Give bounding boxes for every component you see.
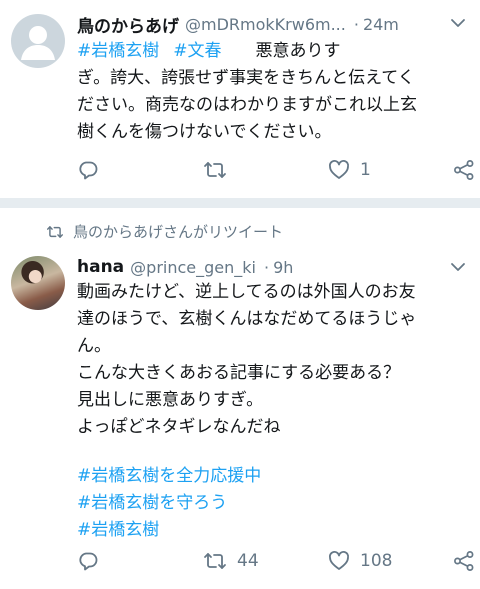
retweet-icon — [47, 225, 63, 238]
separator: · — [353, 14, 359, 34]
text-line: 動画みたけど、逆上してるのは外国人のお友 — [77, 282, 416, 302]
username[interactable]: @prince_gen_ki — [130, 258, 256, 277]
reply-icon — [79, 161, 98, 180]
username[interactable]: @mDRmokKrw6m... — [185, 15, 346, 34]
text-segment: 悪意ありす — [255, 41, 341, 61]
text-line: ださい。商売なのはわかりますがこれ以上玄 — [77, 95, 417, 115]
tweet-text: #岩橋玄樹 #文春 悪意ありす ぎ。誇大、誇張せず事実をきちんと伝えてく ださい。商… — [77, 38, 467, 146]
retweet-button[interactable] — [203, 155, 237, 185]
timestamp[interactable]: 24m — [363, 15, 399, 34]
share-icon — [454, 551, 474, 571]
retweet-context: 鳥のからあげさんがリツイート — [45, 221, 283, 242]
retweeted-by-label[interactable]: 鳥のからあげさんがリツイート — [73, 221, 283, 242]
text-line: 達のほうで、玄樹くんはなだめてるほうじゃ — [77, 309, 417, 329]
caret-down-icon — [451, 19, 465, 27]
avatar[interactable] — [11, 14, 65, 68]
like-icon — [329, 160, 349, 179]
display-name[interactable]: hana — [77, 257, 124, 277]
tweet-actions: 44 108 — [77, 546, 475, 576]
separator: · — [263, 257, 270, 277]
more-button[interactable] — [450, 258, 466, 277]
text-line: 見出しに悪意ありすぎ。 — [77, 390, 264, 410]
like-button[interactable]: 1 — [328, 155, 371, 185]
hashtag-link[interactable]: #岩橋玄樹を全力応援中 — [77, 463, 467, 490]
retweet-icon — [204, 553, 226, 569]
default-avatar-icon — [21, 26, 55, 60]
hashtag-link[interactable]: #文春 — [173, 41, 221, 61]
hashtag-link[interactable]: #岩橋玄樹 — [77, 517, 467, 544]
text-line: 樹くんを傷つけないでください。 — [77, 122, 332, 142]
tweet-header: hana @prince_gen_ki · 9h — [77, 253, 293, 281]
tweet-divider — [0, 198, 480, 208]
text-line: ぎ。誇大、誇張せず事実をきちんと伝えてく — [77, 68, 415, 88]
text-line: #岩橋玄樹 #文春 悪意ありす — [77, 38, 467, 65]
tweet-text: 動画みたけど、逆上してるのは外国人のお友 達のほうで、玄樹くんはなだめてるほうじ… — [77, 279, 467, 544]
avatar[interactable] — [11, 256, 65, 310]
display-name[interactable]: 鳥のからあげ — [77, 12, 179, 37]
like-icon — [329, 551, 349, 570]
reply-button[interactable] — [77, 546, 109, 576]
reply-button[interactable] — [77, 155, 109, 185]
tweet-header: 鳥のからあげ @mDRmokKrw6m... · 24m — [77, 10, 399, 38]
timestamp[interactable]: 9h — [273, 258, 293, 277]
like-button[interactable]: 108 — [328, 546, 392, 576]
text-line: こんな大きくあおる記事にする必要ある？ — [77, 363, 401, 383]
share-icon — [454, 160, 474, 180]
tweet-card[interactable]: 鳥のからあげさんがリツイート hana @prince_gen_ki · 9h … — [0, 208, 480, 589]
hashtag-link[interactable]: #岩橋玄樹 — [77, 41, 159, 61]
retweet-count: 44 — [237, 551, 259, 571]
tweet-actions: 1 — [77, 155, 475, 185]
caret-down-icon — [451, 263, 465, 271]
text-line: ん。 — [77, 336, 111, 356]
share-button[interactable] — [453, 546, 475, 576]
hashtag-link[interactable]: #岩橋玄樹を守ろう — [77, 490, 467, 517]
retweet-icon — [204, 162, 226, 178]
more-button[interactable] — [450, 14, 466, 33]
reply-icon — [79, 552, 98, 571]
tweet-card[interactable]: 鳥のからあげ @mDRmokKrw6m... · 24m #岩橋玄樹 #文春 悪意あ… — [0, 0, 480, 198]
timeline: 鳥のからあげ @mDRmokKrw6m... · 24m #岩橋玄樹 #文春 悪意あ… — [0, 0, 480, 589]
text-line: よっぽどネタギレなんだね — [77, 417, 281, 437]
retweet-button[interactable]: 44 — [203, 546, 259, 576]
like-count: 1 — [360, 160, 371, 180]
like-count: 108 — [360, 551, 393, 571]
share-button[interactable] — [453, 155, 475, 185]
